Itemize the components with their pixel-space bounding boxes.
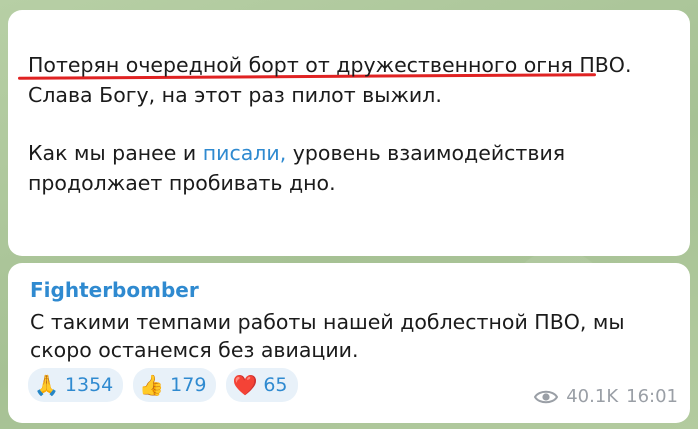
reaction-count: 65 (263, 374, 288, 396)
underlined-sentence: Потерян очередной борт от дружественного… (28, 53, 625, 77)
heart-icon: ❤️ (232, 373, 258, 397)
paragraph-2: Как мы ранее и писали, уровень взаимодей… (28, 138, 678, 198)
reaction-count: 1354 (64, 374, 114, 396)
reaction-heart[interactable]: ❤️ 65 (226, 368, 298, 402)
reaction-thumbs-up[interactable]: 👍 179 (133, 368, 217, 402)
eye-icon (534, 389, 559, 405)
folded-hands-icon: 🙏 (34, 373, 59, 397)
message-text: Потерян очередной борт от дружественного… (28, 50, 678, 226)
paragraph-1: Потерян очередной борт от дружественного… (28, 50, 678, 110)
reaction-count: 179 (170, 374, 207, 396)
reply-author-name[interactable]: Fighterbomber (30, 278, 199, 302)
paragraph-2-start: Как мы ранее и (28, 141, 203, 165)
view-count: 40.1K (566, 386, 619, 407)
wrote-link[interactable]: писали, (203, 141, 287, 165)
reactions-bar: 🙏 1354 👍 179 ❤️ 65 (28, 368, 298, 402)
message-meta: 40.1K 16:01 (534, 386, 678, 407)
thumbs-up-icon: 👍 (139, 373, 165, 397)
reply-text: С такими темпами работы нашей доблестной… (30, 310, 625, 362)
message-time: 16:01 (626, 386, 678, 407)
reaction-folded-hands[interactable]: 🙏 1354 (28, 368, 124, 402)
